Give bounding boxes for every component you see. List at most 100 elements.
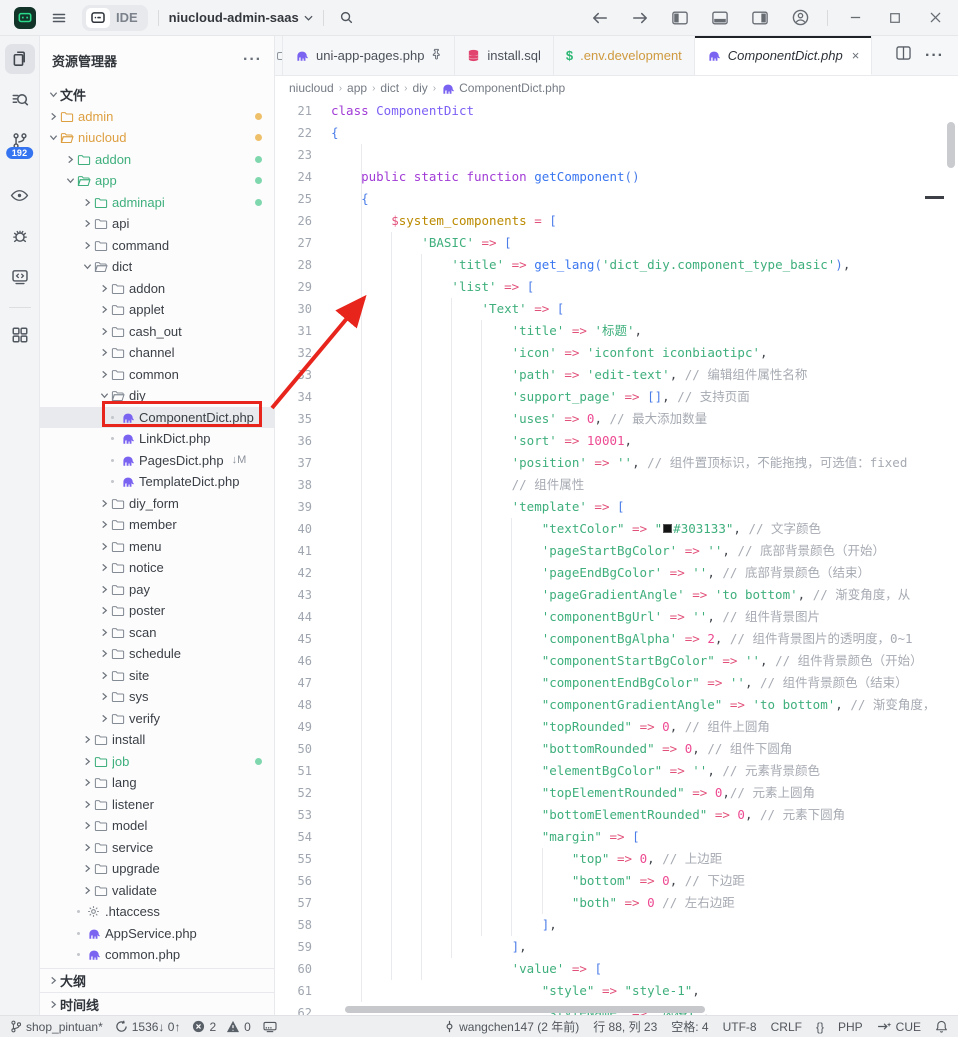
tree-folder[interactable]: model	[40, 815, 274, 837]
code-line[interactable]: 38 // 组件属性	[275, 474, 958, 496]
search-icon[interactable]	[334, 5, 360, 31]
code-line[interactable]: 39 'template' => [	[275, 496, 958, 518]
code-line[interactable]: 34 'support_page' => [], // 支持页面	[275, 386, 958, 408]
brackets-setting[interactable]: {}	[816, 1020, 824, 1034]
code-line[interactable]: 52 "topElementRounded" => 0,// 元素上圆角	[275, 782, 958, 804]
code-line[interactable]: 59 ],	[275, 936, 958, 958]
tree-file[interactable]: AppService.php	[40, 923, 274, 945]
git-branch-item[interactable]: shop_pintuan*	[10, 1020, 103, 1034]
sync-item[interactable]: 1536↓ 0↑	[115, 1020, 181, 1034]
tab-componentdict[interactable]: ComponentDict.php ×	[695, 36, 873, 75]
minimize-button[interactable]	[842, 5, 868, 31]
tab-install-sql[interactable]: install.sql	[455, 36, 553, 75]
tree-folder[interactable]: menu	[40, 536, 274, 558]
code-line[interactable]: 28 'title' => get_lang('dict_diy.compone…	[275, 254, 958, 276]
code-line[interactable]: 49 "topRounded" => 0, // 组件上圆角	[275, 716, 958, 738]
code-line[interactable]: 25 {	[275, 188, 958, 210]
code-line[interactable]: 51 "elementBgColor" => '', // 元素背景颜色	[275, 760, 958, 782]
tree-folder[interactable]: addon	[40, 278, 274, 300]
code-line[interactable]: 42 'pageEndBgColor' => '', // 底部背景颜色（结束）	[275, 562, 958, 584]
tree-folder[interactable]: verify	[40, 708, 274, 730]
tree-folder[interactable]: niucloud	[40, 127, 274, 149]
code-line[interactable]: 45 'componentBgAlpha' => 2, // 组件背景图片的透明…	[275, 628, 958, 650]
tree-folder[interactable]: diy	[40, 385, 274, 407]
tree-folder[interactable]: schedule	[40, 643, 274, 665]
code-line[interactable]: 21class ComponentDict	[275, 100, 958, 122]
tree-folder[interactable]: app	[40, 170, 274, 192]
code-line[interactable]: 50 "bottomRounded" => 0, // 组件下圆角	[275, 738, 958, 760]
blame-item[interactable]: wangchen147 (2 年前)	[444, 1018, 579, 1035]
nav-back-icon[interactable]	[587, 5, 613, 31]
tree-folder[interactable]: addon	[40, 149, 274, 171]
tree-file[interactable]: .htaccess	[40, 901, 274, 923]
tree-file[interactable]: ComponentDict.php	[40, 407, 274, 429]
code-line[interactable]: 48 "componentGradientAngle" => 'to botto…	[275, 694, 958, 716]
code-line[interactable]: 54 "margin" => [	[275, 826, 958, 848]
nav-forward-icon[interactable]	[627, 5, 653, 31]
code-line[interactable]: 27 'BASIC' => [	[275, 232, 958, 254]
code-line[interactable]: 61 "style" => "style-1",	[275, 980, 958, 1002]
account-icon[interactable]	[787, 5, 813, 31]
code-line[interactable]: 31 'title' => '标题',	[275, 320, 958, 342]
breadcrumb-item[interactable]: ComponentDict.php	[459, 81, 565, 95]
cue-item[interactable]: CUE	[877, 1020, 921, 1034]
tree-folder[interactable]: admin	[40, 106, 274, 128]
notifications-bell-icon[interactable]	[935, 1020, 948, 1033]
code-editor[interactable]: 21class ComponentDict22{2324 public stat…	[275, 100, 958, 1015]
maximize-button[interactable]	[882, 5, 908, 31]
tab-env-development[interactable]: $ .env.development	[554, 36, 695, 75]
more-actions-icon[interactable]: ···	[925, 47, 944, 65]
debug-bug-icon[interactable]	[5, 221, 35, 251]
breadcrumb[interactable]: niucloud› app› dict› diy› ComponentDict.…	[275, 76, 958, 100]
code-line[interactable]: 22{	[275, 122, 958, 144]
split-editor-icon[interactable]	[896, 46, 911, 65]
tree-folder[interactable]: listener	[40, 794, 274, 816]
encoding-setting[interactable]: UTF-8	[723, 1020, 757, 1034]
tree-file[interactable]: PagesDict.php↓M	[40, 450, 274, 472]
tree-folder[interactable]: command	[40, 235, 274, 257]
code-line[interactable]: 46 "componentStartBgColor" => '', // 组件背…	[275, 650, 958, 672]
tree-folder[interactable]: adminapi	[40, 192, 274, 214]
tab-uni-app-pages[interactable]: uni-app-pages.php	[283, 36, 455, 75]
code-line[interactable]: 53 "bottomElementRounded" => 0, // 元素下圆角	[275, 804, 958, 826]
code-line[interactable]: 24 public static function getComponent()	[275, 166, 958, 188]
tree-section[interactable]: 文件	[40, 84, 274, 106]
section-outline[interactable]: 大纲	[40, 969, 274, 992]
project-switcher[interactable]: niucloud-admin-saas	[169, 10, 313, 25]
problems-item[interactable]: 2 0	[192, 1020, 250, 1034]
tree-folder[interactable]: diy_form	[40, 493, 274, 515]
search-files-icon[interactable]	[5, 85, 35, 115]
code-line[interactable]: 23	[275, 144, 958, 166]
breadcrumb-item[interactable]: niucloud	[289, 81, 334, 95]
code-line[interactable]: 30 'Text' => [	[275, 298, 958, 320]
sidebar-more-icon[interactable]: ···	[243, 51, 262, 69]
tree-folder[interactable]: validate	[40, 880, 274, 902]
tree-folder[interactable]: notice	[40, 557, 274, 579]
close-tab-icon[interactable]: ×	[852, 48, 860, 63]
tree-folder[interactable]: sys	[40, 686, 274, 708]
code-line[interactable]: 58 ],	[275, 914, 958, 936]
tree-folder[interactable]: poster	[40, 600, 274, 622]
code-line[interactable]: 57 "both" => 0 // 左右边距	[275, 892, 958, 914]
color-swatch[interactable]	[663, 524, 672, 533]
section-timeline[interactable]: 时间线	[40, 992, 274, 1015]
tree-folder[interactable]: pay	[40, 579, 274, 601]
code-line[interactable]: 33 'path' => 'edit-text', // 编辑组件属性名称	[275, 364, 958, 386]
code-line[interactable]: 47 "componentEndBgColor" => '', // 组件背景颜…	[275, 672, 958, 694]
code-line[interactable]: 55 "top" => 0, // 上边距	[275, 848, 958, 870]
pin-icon[interactable]	[431, 48, 442, 63]
code-line[interactable]: 41 'pageStartBgColor' => '', // 底部背景颜色（开…	[275, 540, 958, 562]
tree-folder[interactable]: upgrade	[40, 858, 274, 880]
tree-folder[interactable]: scan	[40, 622, 274, 644]
tree-folder[interactable]: dict	[40, 256, 274, 278]
close-button[interactable]	[922, 5, 948, 31]
breadcrumb-item[interactable]: app	[347, 81, 367, 95]
code-line[interactable]: 37 'position' => '', // 组件置顶标识，不能拖拽，可选值：…	[275, 452, 958, 474]
tree-folder[interactable]: channel	[40, 342, 274, 364]
cursor-position[interactable]: 行 88, 列 23	[593, 1018, 657, 1035]
menu-hamburger-icon[interactable]	[46, 5, 72, 31]
code-line[interactable]: 43 'pageGradientAngle' => 'to bottom', /…	[275, 584, 958, 606]
toggle-left-panel-icon[interactable]	[667, 5, 693, 31]
partial-tab[interactable]	[275, 36, 283, 75]
code-line[interactable]: 36 'sort' => 10001,	[275, 430, 958, 452]
